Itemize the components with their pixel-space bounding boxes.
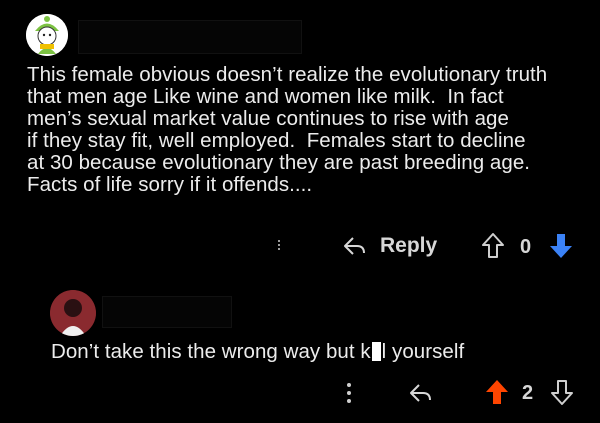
redacted-username	[102, 296, 232, 328]
upvote-button[interactable]	[480, 232, 506, 260]
downvote-button[interactable]	[549, 378, 575, 406]
reply-label: Reply	[380, 234, 438, 257]
reply-comment: Don’t take this the wrong way but k l you…	[0, 280, 600, 423]
upvote-button[interactable]	[484, 378, 510, 406]
upvote-arrow-icon	[482, 233, 504, 258]
downvote-button[interactable]	[548, 232, 574, 260]
more-vertical-icon	[278, 240, 280, 250]
more-options-button[interactable]	[343, 380, 355, 406]
photo-avatar	[50, 290, 96, 336]
parent-comment: This female obvious doesn’t realize the …	[0, 0, 600, 275]
redacted-username	[78, 20, 302, 54]
reply-arrow-icon	[344, 237, 365, 255]
censor-block	[371, 342, 381, 361]
comment-text-after: l yourself	[381, 340, 465, 363]
reply-button[interactable]	[406, 380, 436, 408]
comment-body: Don’t take this the wrong way but k l you…	[51, 341, 464, 363]
vote-count: 0	[520, 236, 532, 258]
vote-count: 2	[522, 382, 534, 404]
more-vertical-icon	[347, 383, 351, 403]
downvote-arrow-icon	[551, 380, 573, 405]
cartoon-character-avatar-icon	[26, 14, 68, 56]
downvote-arrow-icon	[550, 234, 572, 258]
comment-text-before: Don’t take this the wrong way but k	[51, 340, 371, 363]
reply-arrow-icon	[410, 384, 431, 402]
user-avatar[interactable]	[26, 14, 68, 56]
user-avatar[interactable]	[50, 290, 96, 336]
comment-body: This female obvious doesn’t realize the …	[27, 63, 548, 196]
reply-button[interactable]: Reply	[340, 233, 440, 261]
more-options-button[interactable]	[276, 234, 288, 260]
upvote-arrow-icon	[486, 380, 508, 404]
